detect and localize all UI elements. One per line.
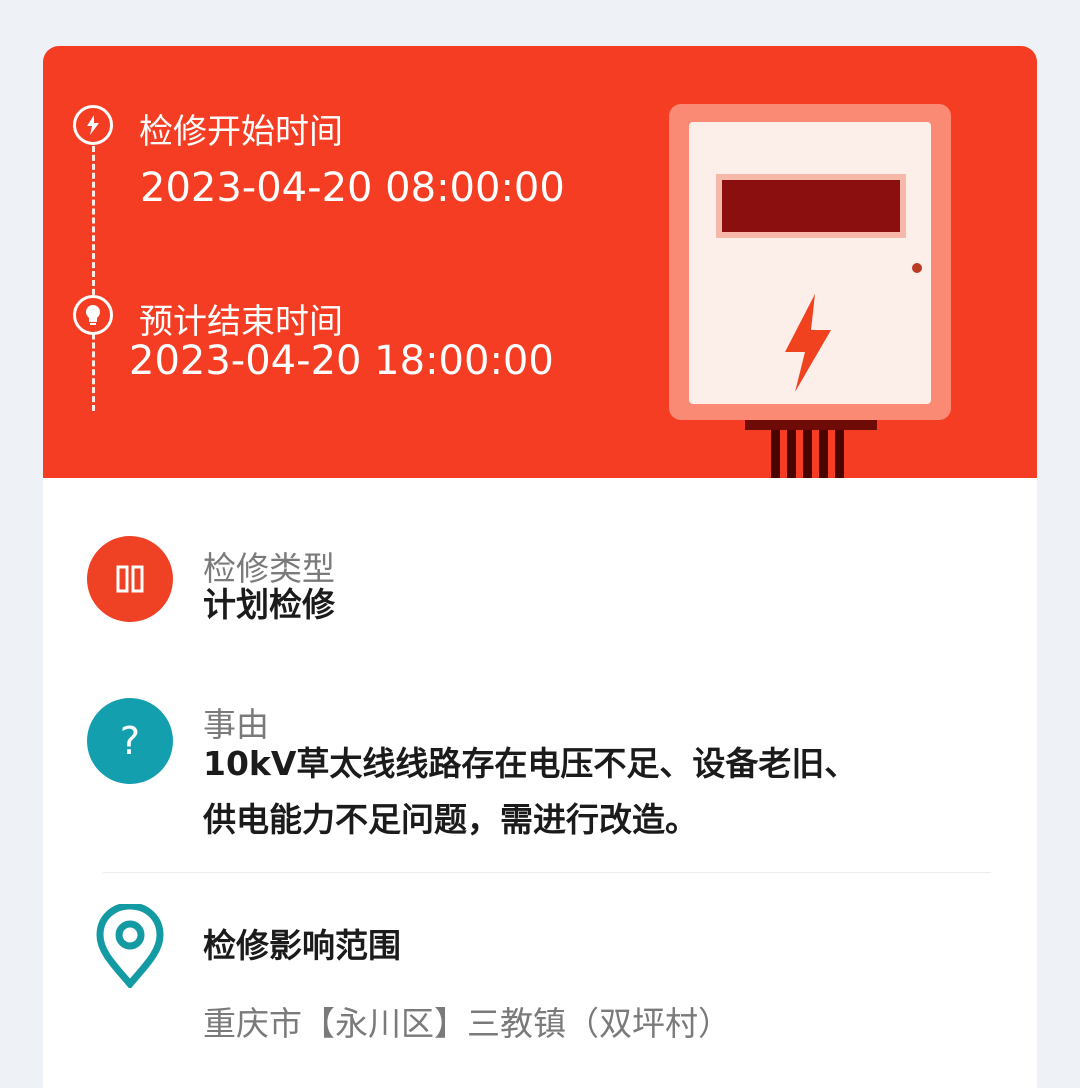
- reason-line-2: 供电能力不足问题，需进行改造。: [203, 800, 698, 839]
- pause-icon: [87, 536, 173, 622]
- maintenance-time-banner: 检修开始时间 2023-04-20 08:00:00 预计结束时间 2023-0…: [43, 46, 1037, 478]
- start-time-value: 2023-04-20 08:00:00: [140, 165, 565, 211]
- impact-scope-label: 检修影响范围: [203, 926, 401, 965]
- maintenance-type-value: 计划检修: [203, 585, 335, 624]
- location-pin-icon: [93, 902, 167, 992]
- end-time-value: 2023-04-20 18:00:00: [129, 338, 554, 384]
- reason-line-1: 10kV草太线线路存在电压不足、设备老旧、: [203, 744, 858, 783]
- section-divider: [103, 872, 991, 873]
- timeline-dashed-line: [92, 146, 95, 411]
- start-time-label: 检修开始时间: [139, 112, 343, 152]
- maintenance-card: 检修开始时间 2023-04-20 08:00:00 预计结束时间 2023-0…: [43, 46, 1037, 1088]
- lightning-icon: [73, 105, 113, 145]
- end-time-label: 预计结束时间: [139, 302, 343, 342]
- question-icon: ?: [87, 698, 173, 784]
- svg-text:?: ?: [120, 719, 140, 763]
- electric-meter-icon: [669, 104, 951, 478]
- lightbulb-icon: [73, 295, 113, 335]
- impact-scope-value: 重庆市【永川区】三教镇（双坪村）: [203, 1004, 731, 1043]
